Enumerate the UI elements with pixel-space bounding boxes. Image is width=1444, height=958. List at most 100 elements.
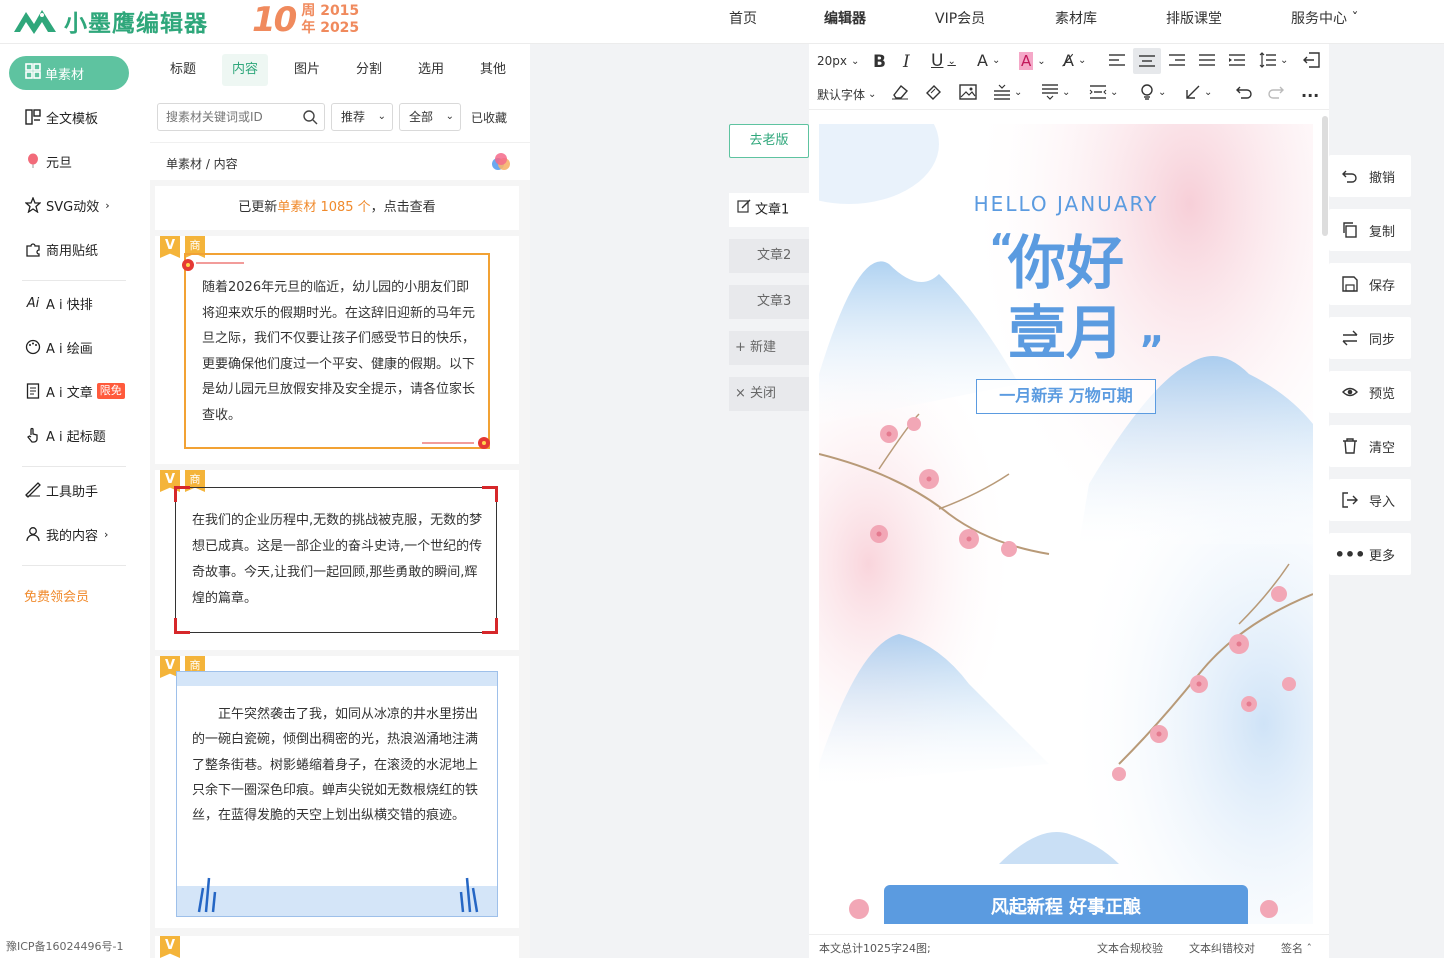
material-text: 正午突然袭击了我，如同从冰凉的井水里捞出的一碗白瓷碗，倾倒出稠密的光，热浪汹涌地…	[192, 707, 479, 824]
update-notice[interactable]: 已更新单素材 1085 个，点击查看	[155, 186, 519, 230]
undo-toolbar-icon[interactable]	[1235, 84, 1253, 100]
editor-canvas[interactable]: HELLO JANUARY “ 你好 壹月 ” 一月新弄 万物可期 风起新程 好…	[819, 124, 1313, 924]
indent-icon[interactable]	[1228, 52, 1246, 68]
sidebar-item-full-template[interactable]: 全文模板	[24, 106, 98, 128]
nav-course[interactable]: 排版课堂	[1166, 8, 1222, 28]
status-bar: 本文总计1025字24图; 文本合规校验 文本纠错校对 签名 ˆ	[809, 934, 1329, 958]
close-article-button[interactable]: × 关闭	[729, 377, 809, 411]
clear-button[interactable]: 清空	[1329, 425, 1411, 467]
nav-service[interactable]: 服务中心 ˇ	[1291, 8, 1358, 28]
highlight-icon[interactable]: A ⌄	[1019, 52, 1046, 70]
color-dots-icon[interactable]	[490, 151, 512, 173]
align-right-icon[interactable]	[1168, 52, 1186, 68]
sidebar-item-ai-article[interactable]: A i 文章 限免	[24, 380, 125, 402]
sidebar-item-label: 我的内容	[46, 528, 99, 544]
lightbulb-icon[interactable]: ⌄	[1139, 84, 1166, 100]
font-color-icon[interactable]: A ⌄	[977, 51, 1000, 70]
chevron-right-icon: ›	[105, 198, 110, 212]
image-icon[interactable]	[959, 84, 977, 100]
font-family-select[interactable]: 默认字体 ⌄	[817, 86, 876, 103]
material-card[interactable]: V	[155, 936, 519, 958]
sidebar-item-my-content[interactable]: 我的内容 ›	[24, 523, 108, 545]
chevron-down-icon: ⌄	[377, 111, 386, 122]
arrow-icon[interactable]: ⌄	[1185, 84, 1212, 100]
exit-icon[interactable]	[1303, 52, 1321, 68]
tab-selected[interactable]: 选用	[418, 54, 444, 86]
nav-vip[interactable]: VIP会员	[935, 8, 985, 28]
search-input[interactable]	[158, 104, 294, 130]
align-center-icon[interactable]	[1133, 48, 1161, 74]
article-tab-label: 文章3	[757, 294, 792, 309]
nav-editor[interactable]: 编辑器	[824, 8, 866, 28]
sort-value: 推荐	[341, 110, 366, 124]
signature-toggle[interactable]: 签名 ˆ	[1281, 940, 1312, 956]
tab-other[interactable]: 其他	[480, 54, 506, 86]
icp-record[interactable]: 豫ICP备16024496号-1	[6, 938, 124, 954]
article-tab-1[interactable]: 文章1	[729, 193, 809, 227]
tab-title[interactable]: 标题	[170, 54, 196, 86]
scope-dropdown[interactable]: 全部 ⌄	[399, 103, 461, 131]
eraser-icon[interactable]	[891, 84, 909, 100]
chevron-down-icon: ⌄	[868, 89, 877, 100]
tab-content[interactable]: 内容	[222, 54, 269, 86]
sync-button[interactable]: 同步	[1329, 317, 1411, 359]
palette-icon	[24, 338, 42, 356]
sidebar-item-label: 工具助手	[46, 484, 99, 500]
article-tab-3[interactable]: 文章3	[729, 285, 809, 319]
more-toolbar-icon[interactable]: ···	[1301, 86, 1319, 105]
letter-spacing-icon[interactable]: ⌄	[1089, 84, 1118, 100]
undo-button[interactable]: 撤销	[1329, 155, 1411, 197]
old-version-button[interactable]: 去老版	[729, 124, 809, 158]
sort-dropdown[interactable]: 推荐 ⌄	[331, 103, 393, 131]
italic-icon[interactable]: I	[903, 52, 910, 72]
line-height-icon[interactable]: ⌄	[1259, 52, 1288, 68]
favorites-link[interactable]: 已收藏	[471, 109, 507, 126]
material-card[interactable]: V 商 正午突然袭击了我，如同从冰凉的井水里捞出的一碗白瓷碗，倾倒出稠密的光，热…	[155, 656, 519, 928]
material-card[interactable]: V 商 在我们的企业历程中,无数的挑战被克服，无数的梦想已成真。这是一部企业的奋…	[155, 470, 519, 650]
proofread-button[interactable]: 文本纠错校对	[1189, 940, 1255, 956]
paragraph-before-icon[interactable]: ⌄	[993, 84, 1022, 100]
redo-icon[interactable]	[1267, 84, 1285, 100]
sidebar-item-ai-title[interactable]: A i 起标题	[24, 424, 106, 446]
bold-icon[interactable]: B	[873, 52, 886, 72]
sidebar-item-single-material[interactable]: 单素材	[9, 56, 129, 90]
underline-icon[interactable]: U ⌄	[931, 51, 956, 71]
tab-image[interactable]: 图片	[294, 54, 320, 86]
sidebar-item-ai-layout[interactable]: Ai A i 快排	[24, 292, 93, 314]
sidebar-item-svg[interactable]: SVG动效 ›	[24, 194, 110, 216]
ruler-icon	[24, 481, 42, 499]
new-article-button[interactable]: + 新建	[729, 331, 809, 365]
save-icon	[1341, 275, 1359, 293]
frame-corner	[482, 618, 498, 634]
copy-button[interactable]: 复制	[1329, 209, 1411, 251]
sidebar-item-new-year[interactable]: 元旦	[24, 150, 72, 172]
frame-corner	[174, 618, 190, 634]
sidebar-item-stickers[interactable]: 商用贴纸	[24, 238, 98, 260]
material-frame: 随着2026年元旦的临近，幼儿园的小朋友们即将迎来欢乐的假期时光。在这辞旧迎新的…	[182, 253, 490, 449]
action-label: 复制	[1369, 224, 1396, 240]
free-vip-link[interactable]: 免费领会员	[24, 586, 89, 605]
paragraph-after-icon[interactable]: ⌄	[1041, 84, 1070, 100]
nav-materials[interactable]: 素材库	[1055, 8, 1097, 28]
sidebar-item-tools[interactable]: 工具助手	[24, 479, 98, 501]
more-button[interactable]: ••• 更多	[1329, 533, 1411, 575]
justify-icon[interactable]	[1198, 52, 1216, 68]
format-brush-icon[interactable]	[925, 84, 943, 100]
save-button[interactable]: 保存	[1329, 263, 1411, 305]
tab-divider[interactable]: 分割	[356, 54, 382, 86]
import-button[interactable]: 导入	[1329, 479, 1411, 521]
material-card[interactable]: V 商 随着2026年元旦的临近，幼儿园的小朋友们即将迎来欢乐的假期时光。在这辞…	[155, 236, 519, 464]
clear-format-icon[interactable]: A̸ ⌄	[1063, 51, 1086, 70]
font-size-select[interactable]: 20px ⌄	[817, 54, 859, 68]
action-label: 导入	[1369, 494, 1396, 510]
compliance-check-button[interactable]: 文本合规校验	[1097, 940, 1163, 956]
preview-button[interactable]: 预览	[1329, 371, 1411, 413]
main-nav: 首页 编辑器 VIP会员 素材库 排版课堂 服务中心 ˇ	[0, 0, 1444, 36]
editor-scrollbar[interactable]	[1322, 116, 1328, 236]
sidebar-item-ai-paint[interactable]: A i 绘画	[24, 336, 93, 358]
align-left-icon[interactable]	[1108, 52, 1126, 68]
nav-home[interactable]: 首页	[729, 8, 757, 28]
article-tab-2[interactable]: 文章2	[729, 239, 809, 273]
search-icon[interactable]	[302, 109, 318, 129]
more-icon: •••	[1334, 544, 1366, 564]
